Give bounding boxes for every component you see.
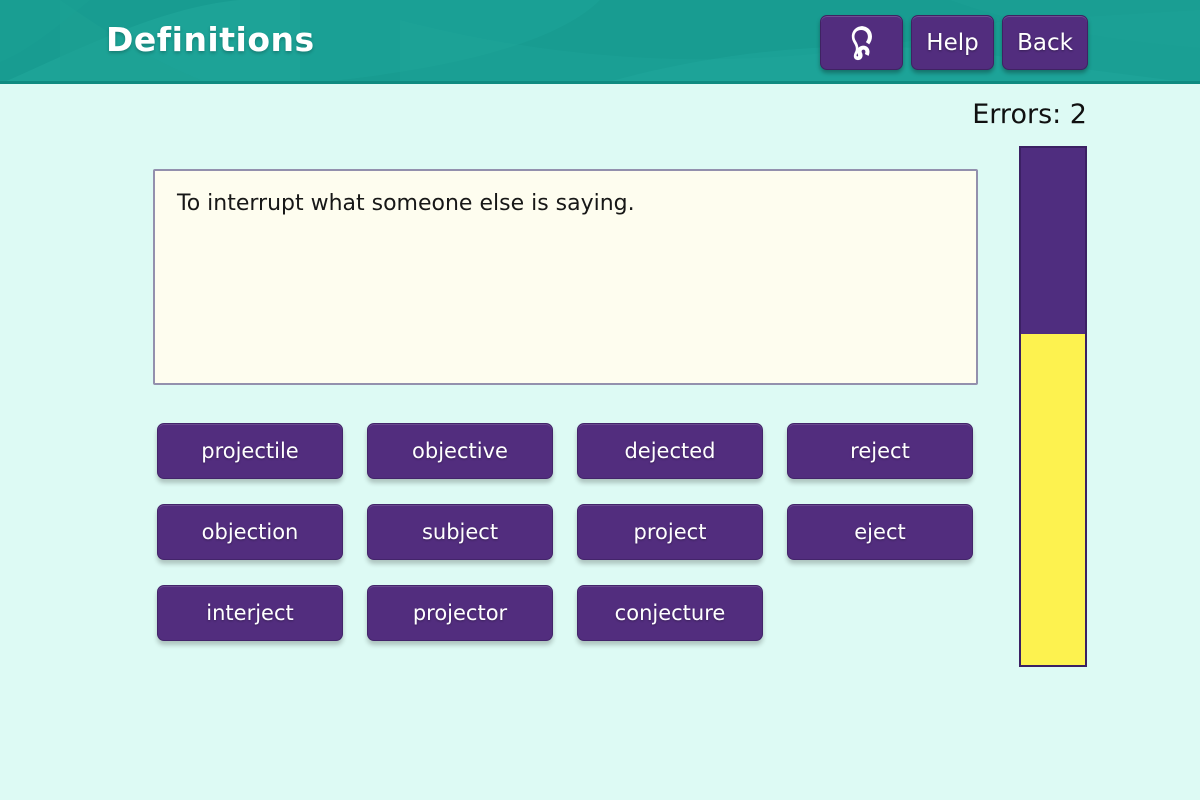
app-header: Definitions Help Back: [0, 0, 1200, 84]
errors-counter: Errors: 2: [972, 99, 1087, 130]
answer-button-label: interject: [206, 601, 294, 625]
answer-row: objection subject project eject: [157, 504, 982, 560]
answer-button-label: objective: [412, 439, 508, 463]
definition-text: To interrupt what someone else is saying…: [177, 191, 635, 216]
listen-audio-button[interactable]: [820, 15, 903, 70]
answer-button[interactable]: objective: [367, 423, 553, 479]
answer-button[interactable]: project: [577, 504, 763, 560]
answer-button-label: subject: [421, 520, 499, 544]
answer-button[interactable]: reject: [787, 423, 973, 479]
answer-button-label: objection: [201, 520, 299, 544]
answer-button-label: project: [633, 520, 707, 544]
answer-row: interject projector conjecture: [157, 585, 982, 641]
answer-button[interactable]: dejected: [577, 423, 763, 479]
progress-bar-filled: [1021, 148, 1085, 335]
answer-button[interactable]: eject: [787, 504, 973, 560]
answer-button-label: reject: [850, 439, 910, 463]
help-button-label: Help: [926, 29, 979, 56]
back-button-label: Back: [1017, 29, 1073, 56]
answer-word-grid: projectile objective dejected reject obj…: [157, 423, 982, 641]
help-button[interactable]: Help: [911, 15, 994, 70]
progress-bar: [1019, 146, 1087, 667]
answer-button[interactable]: subject: [367, 504, 553, 560]
answer-button[interactable]: conjecture: [577, 585, 763, 641]
progress-bar-remaining: [1021, 334, 1085, 665]
ear-icon: [851, 25, 872, 60]
answer-button-label: projectile: [201, 439, 299, 463]
answer-button[interactable]: interject: [157, 585, 343, 641]
answer-button[interactable]: projector: [367, 585, 553, 641]
page-title: Definitions: [106, 20, 315, 59]
header-bottom-rule: [0, 81, 1200, 84]
answer-button-label: projector: [412, 601, 508, 625]
answer-button[interactable]: objection: [157, 504, 343, 560]
answer-button-label: dejected: [624, 439, 716, 463]
answer-row: projectile objective dejected reject: [157, 423, 982, 479]
answer-button-label: eject: [854, 520, 906, 544]
definition-panel: To interrupt what someone else is saying…: [153, 169, 978, 385]
answer-button[interactable]: projectile: [157, 423, 343, 479]
answer-button-label: conjecture: [614, 601, 726, 625]
back-button[interactable]: Back: [1002, 15, 1088, 70]
